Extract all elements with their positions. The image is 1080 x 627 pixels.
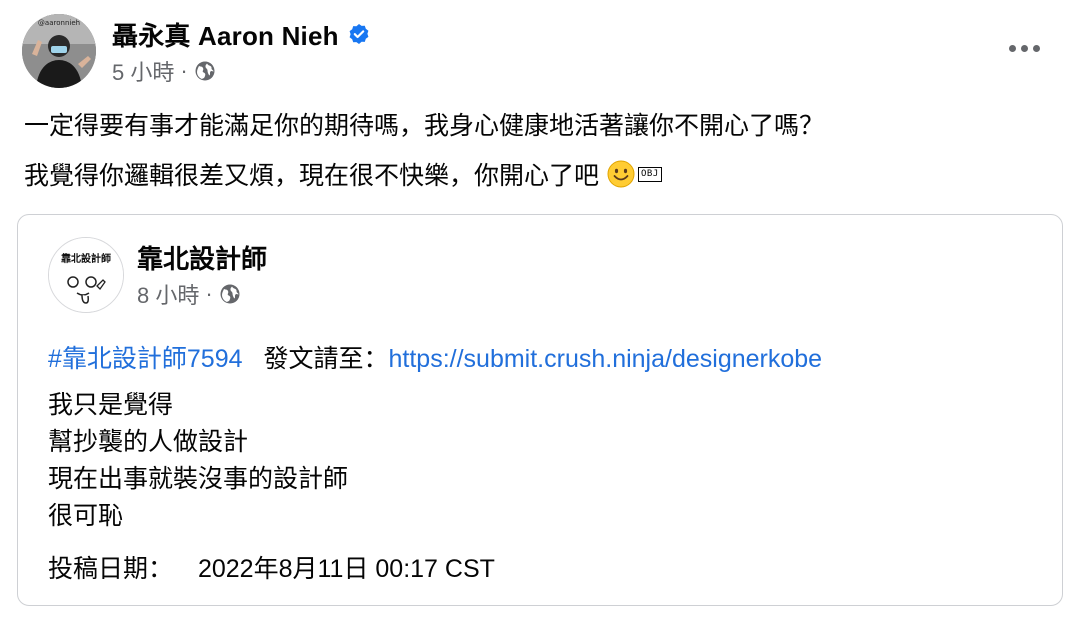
page-name[interactable]: 靠北設計師 xyxy=(137,239,267,276)
more-dot xyxy=(1020,44,1028,52)
more-options-button[interactable] xyxy=(1002,30,1046,66)
post-timestamp[interactable]: 5 小時 xyxy=(112,55,174,87)
verified-badge-icon xyxy=(348,23,370,45)
object-replacement-glyph: OBJ xyxy=(638,166,662,182)
shared-body-line: 幫抄襲的人做設計 xyxy=(48,428,249,456)
shared-post-card[interactable]: 靠北設計師 靠北設計師 8 小時 · #靠北設計師7594 發文請至：https… xyxy=(17,214,1063,606)
author-avatar-image: @aaronnieh xyxy=(22,14,96,88)
author-row: 聶永真 Aaron Nieh xyxy=(112,16,370,52)
avatar-watermark-text: @aaronnieh xyxy=(38,19,80,27)
page-avatar-image: 靠北設計師 xyxy=(49,238,123,312)
shared-post-timestamp[interactable]: 8 小時 xyxy=(137,278,199,310)
shared-body-line: 現在出事就裝沒事的設計師 xyxy=(48,465,349,493)
globe-icon[interactable] xyxy=(194,60,216,82)
more-dot xyxy=(1008,44,1016,52)
post-text-line-2: 我覺得你邏輯很差又煩，現在很不快樂，你開心了吧 OBJ xyxy=(24,156,662,192)
page-avatar[interactable]: 靠北設計師 xyxy=(48,237,124,313)
submission-date-value: 2022年8月11日 00:17 CST xyxy=(197,555,495,583)
submit-label: 發文請至： xyxy=(263,345,389,373)
submission-date-row: 投稿日期： 2022年8月11日 00:17 CST xyxy=(48,549,495,585)
post-meta: 5 小時 · xyxy=(112,56,216,86)
more-dot xyxy=(1032,44,1040,52)
smiling-face-emoji-icon xyxy=(607,160,635,188)
author-avatar[interactable]: @aaronnieh xyxy=(22,14,96,88)
post-text-line-1: 一定得要有事才能滿足你的期待嗎，我身心健康地活著讓你不開心了嗎？ xyxy=(24,112,825,140)
hashtag-link[interactable]: #靠北設計師7594 xyxy=(48,345,243,373)
facebook-post: @aaronnieh 聶永真 Aaron Nieh 5 小時 · 一定得要有事才… xyxy=(0,0,1080,627)
page-avatar-text: 靠北設計師 xyxy=(61,252,111,265)
globe-icon[interactable] xyxy=(219,283,241,305)
submission-line: #靠北設計師7594 發文請至：https://submit.crush.nin… xyxy=(48,339,822,375)
post-text-line-2-content: 我覺得你邏輯很差又煩，現在很不快樂，你開心了吧 xyxy=(24,162,600,190)
shared-post-meta: 8 小時 · xyxy=(137,279,241,309)
meta-separator: · xyxy=(205,281,213,306)
author-name[interactable]: 聶永真 Aaron Nieh xyxy=(112,16,339,53)
submit-url-link[interactable]: https://submit.crush.ninja/designerkobe xyxy=(389,345,823,373)
shared-body-line: 我只是覺得 xyxy=(48,391,174,419)
shared-body-line: 很可恥 xyxy=(48,502,124,530)
shared-post-body: 我只是覺得 幫抄襲的人做設計 現在出事就裝沒事的設計師 很可恥 xyxy=(48,387,348,535)
meta-separator: · xyxy=(180,58,188,83)
submission-date-label: 投稿日期： xyxy=(48,555,174,583)
